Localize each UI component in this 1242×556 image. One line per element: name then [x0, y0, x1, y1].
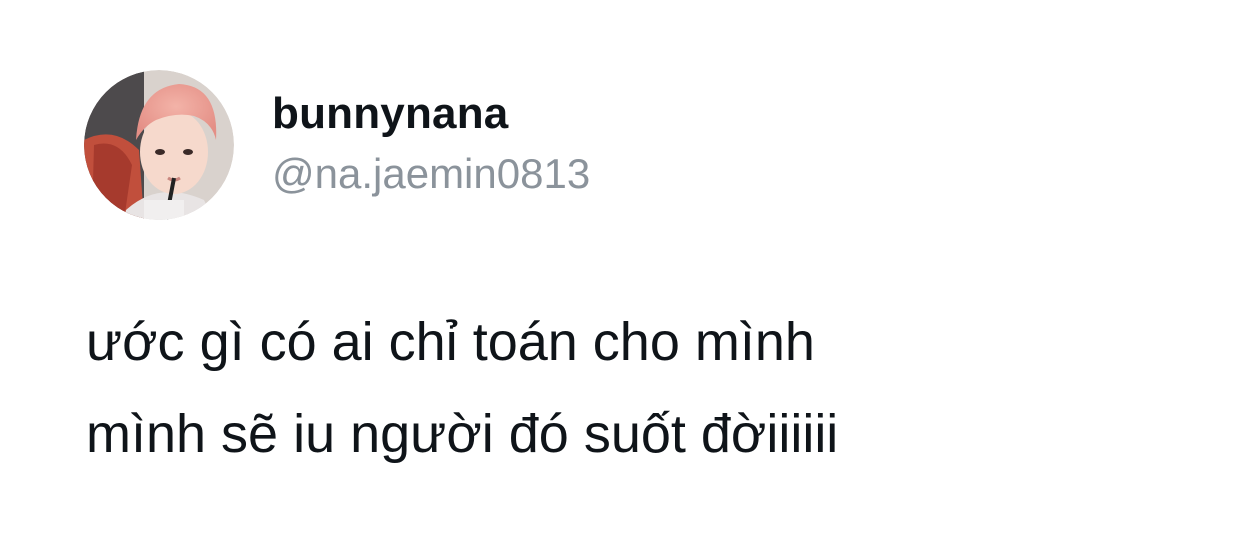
tweet-header: bunnynana @na.jaemin0813: [84, 70, 590, 220]
tweet-text-line: mình sẽ iu người đó suốt đờiiiiii: [86, 404, 839, 464]
profile-photo-icon: [84, 70, 234, 220]
tweet-text-line: ước gì có ai chỉ toán cho mình: [86, 312, 815, 372]
tweet-text: ước gì có ai chỉ toán cho mình mình sẽ i…: [86, 296, 1206, 480]
user-names: bunnynana @na.jaemin0813: [272, 88, 590, 202]
tweet-card: bunnynana @na.jaemin0813 ước gì có ai ch…: [0, 0, 1242, 556]
avatar[interactable]: [84, 70, 234, 220]
display-name[interactable]: bunnynana: [272, 88, 590, 140]
user-handle[interactable]: @na.jaemin0813: [272, 146, 590, 202]
